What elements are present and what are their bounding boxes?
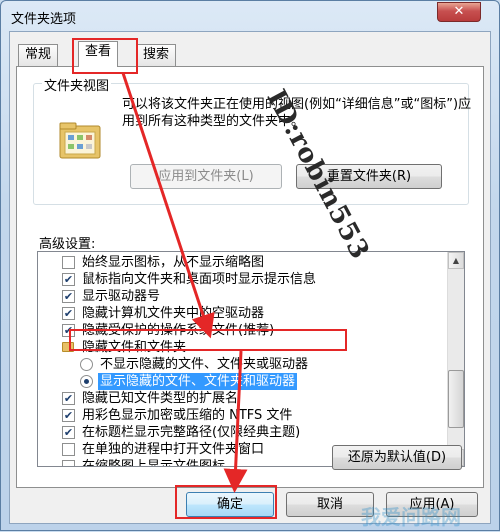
tab-view[interactable]: 查看	[78, 41, 119, 67]
list-scrollbar[interactable]: ▲ ▼	[447, 252, 464, 466]
advanced-settings-list[interactable]: 始终显示图标，从不显示缩略图 ✔ 鼠标指向文件夹和桌面项时显示提示信息 ✔ 显示…	[37, 251, 465, 467]
annotation-box-ok	[175, 485, 277, 519]
radio-show-hidden[interactable]	[80, 375, 93, 388]
checkbox-color-ntfs[interactable]: ✔	[62, 409, 75, 422]
list-item-label: 始终显示图标，从不显示缩略图	[82, 255, 265, 270]
title-bar[interactable]: 文件夹选项 ✕	[1, 1, 499, 31]
corner-watermark: 我爱问路网	[361, 505, 461, 529]
tab-general[interactable]: 常规	[18, 44, 59, 66]
dialog-body: 常规 查看 搜索 文件夹视图 可以将该文件夹正在使用的视图(例如“详细信息”或“…	[9, 31, 491, 524]
checkbox-show-drive-letters[interactable]: ✔	[62, 290, 75, 303]
checkbox-full-path-title[interactable]: ✔	[62, 426, 75, 439]
scroll-thumb[interactable]	[448, 370, 464, 428]
tab-search[interactable]: 搜索	[136, 44, 177, 66]
checkbox-hide-extensions[interactable]: ✔	[62, 392, 75, 405]
checkbox-popup-description[interactable]: ✔	[62, 273, 75, 286]
list-item-label: 用彩色显示加密或压缩的 NTFS 文件	[82, 408, 293, 423]
checkbox-hide-empty-drives[interactable]: ✔	[62, 307, 75, 320]
list-item-label: 鼠标指向文件夹和桌面项时显示提示信息	[82, 272, 317, 287]
folder-view-group-label: 文件夹视图	[42, 75, 112, 94]
list-item-label: 隐藏已知文件类型的扩展名	[82, 391, 239, 406]
list-item-label: 在缩略图上显示文件图标	[82, 459, 226, 467]
folder-options-window: 文件夹选项 ✕ 常规 查看 搜索 文件夹视图 可以将该文件夹正在使用的视图(例如…	[0, 0, 500, 531]
list-item-label: 显示隐藏的文件、文件夹和驱动器	[98, 373, 298, 390]
checkbox-separate-process[interactable]	[62, 443, 75, 456]
scroll-up-icon[interactable]: ▲	[448, 252, 464, 269]
folder-view-group: 文件夹视图 可以将该文件夹正在使用的视图(例如“详细信息”或“图标”)应用到所有…	[33, 75, 471, 205]
annotation-box-show-hidden	[69, 329, 347, 351]
checkbox-always-show-icons[interactable]	[62, 256, 75, 269]
apply-to-folders-button[interactable]: 应用到文件夹(L)	[130, 164, 282, 189]
close-button[interactable]: ✕	[437, 2, 481, 22]
restore-defaults-button[interactable]: 还原为默认值(D)	[332, 445, 462, 470]
window-title: 文件夹选项	[11, 12, 77, 27]
view-tab-panel: 文件夹视图 可以将该文件夹正在使用的视图(例如“详细信息”或“图标”)应用到所有…	[16, 66, 484, 488]
checkbox-thumbnail-file-icon[interactable]	[62, 460, 75, 466]
list-item-label: 在单独的进程中打开文件夹窗口	[82, 442, 265, 457]
close-icon: ✕	[453, 4, 465, 19]
radio-dont-show-hidden[interactable]	[80, 358, 93, 371]
advanced-settings-title: 高级设置:	[39, 237, 96, 252]
folder-view-icon	[59, 122, 101, 159]
list-item-label: 在标题栏显示完整路径(仅限经典主题)	[82, 425, 301, 440]
list-item-label: 显示驱动器号	[82, 289, 161, 304]
list-item-label: 不显示隐藏的文件、文件夹或驱动器	[100, 357, 309, 372]
list-item-label: 隐藏计算机文件夹中的空驱动器	[82, 306, 265, 321]
